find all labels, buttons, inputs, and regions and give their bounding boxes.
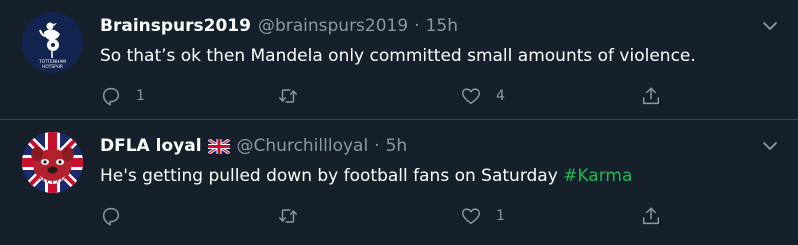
timeline: TOTTENHAM HOTSPUR Brainspurs2019 @brains… [0,0,798,245]
bulldog-union-jack-icon [22,132,83,193]
union-jack-flag-icon [207,138,230,154]
display-name[interactable]: Brainspurs2019 [100,16,251,36]
share-icon [642,207,660,225]
tweet[interactable]: DFLA loyal @Churchillloyal · 5h He's get… [0,120,798,245]
share-button[interactable] [640,82,662,110]
reply-count: 1 [136,88,145,104]
separator-dot: · [414,16,420,36]
tweet-text: So that’s ok then Mandela only committed… [100,44,696,68]
tweet[interactable]: TOTTENHAM HOTSPUR Brainspurs2019 @brains… [0,0,798,120]
reply-button[interactable] [100,202,136,230]
separator-dot: · [374,136,380,156]
tweet-header: Brainspurs2019 @brainspurs2019 · 15h [100,14,458,38]
tweet-body: So that’s ok then Mandela only committed… [100,46,696,66]
tweet-body: He's getting pulled down by football fan… [100,166,564,186]
reply-button[interactable]: 1 [100,82,145,110]
tweet-text: He's getting pulled down by football fan… [100,164,632,188]
chevron-down-icon[interactable] [762,138,778,154]
reply-icon [102,87,120,106]
timestamp[interactable]: 5h [386,136,408,156]
heart-icon [462,208,480,225]
retweet-button[interactable] [277,202,313,230]
avatar[interactable]: TOTTENHAM HOTSPUR [22,12,83,73]
tottenham-crest-icon: TOTTENHAM HOTSPUR [22,12,83,73]
retweet-icon [279,209,297,223]
tweet-actions: 1 [90,202,680,230]
like-button[interactable]: 1 [460,202,505,230]
share-button[interactable] [640,202,662,230]
like-button[interactable]: 4 [460,82,505,110]
retweet-icon [279,89,297,103]
share-icon [642,87,660,105]
timestamp[interactable]: 15h [426,16,458,36]
user-handle[interactable]: @Churchillloyal [237,136,369,156]
like-count: 4 [496,88,505,104]
heart-icon [462,88,480,105]
crest-text-2: HOTSPUR [42,64,63,70]
reply-icon [102,207,120,226]
user-handle[interactable]: @brainspurs2019 [258,16,408,36]
like-count: 1 [496,208,505,224]
avatar[interactable] [22,132,83,193]
retweet-button[interactable] [277,82,313,110]
display-name[interactable]: DFLA loyal [100,136,202,156]
hashtag-link[interactable]: #Karma [563,166,632,186]
chevron-down-icon[interactable] [762,18,778,34]
tweet-header: DFLA loyal @Churchillloyal · 5h [100,134,407,158]
tweet-actions: 1 4 [90,82,680,110]
